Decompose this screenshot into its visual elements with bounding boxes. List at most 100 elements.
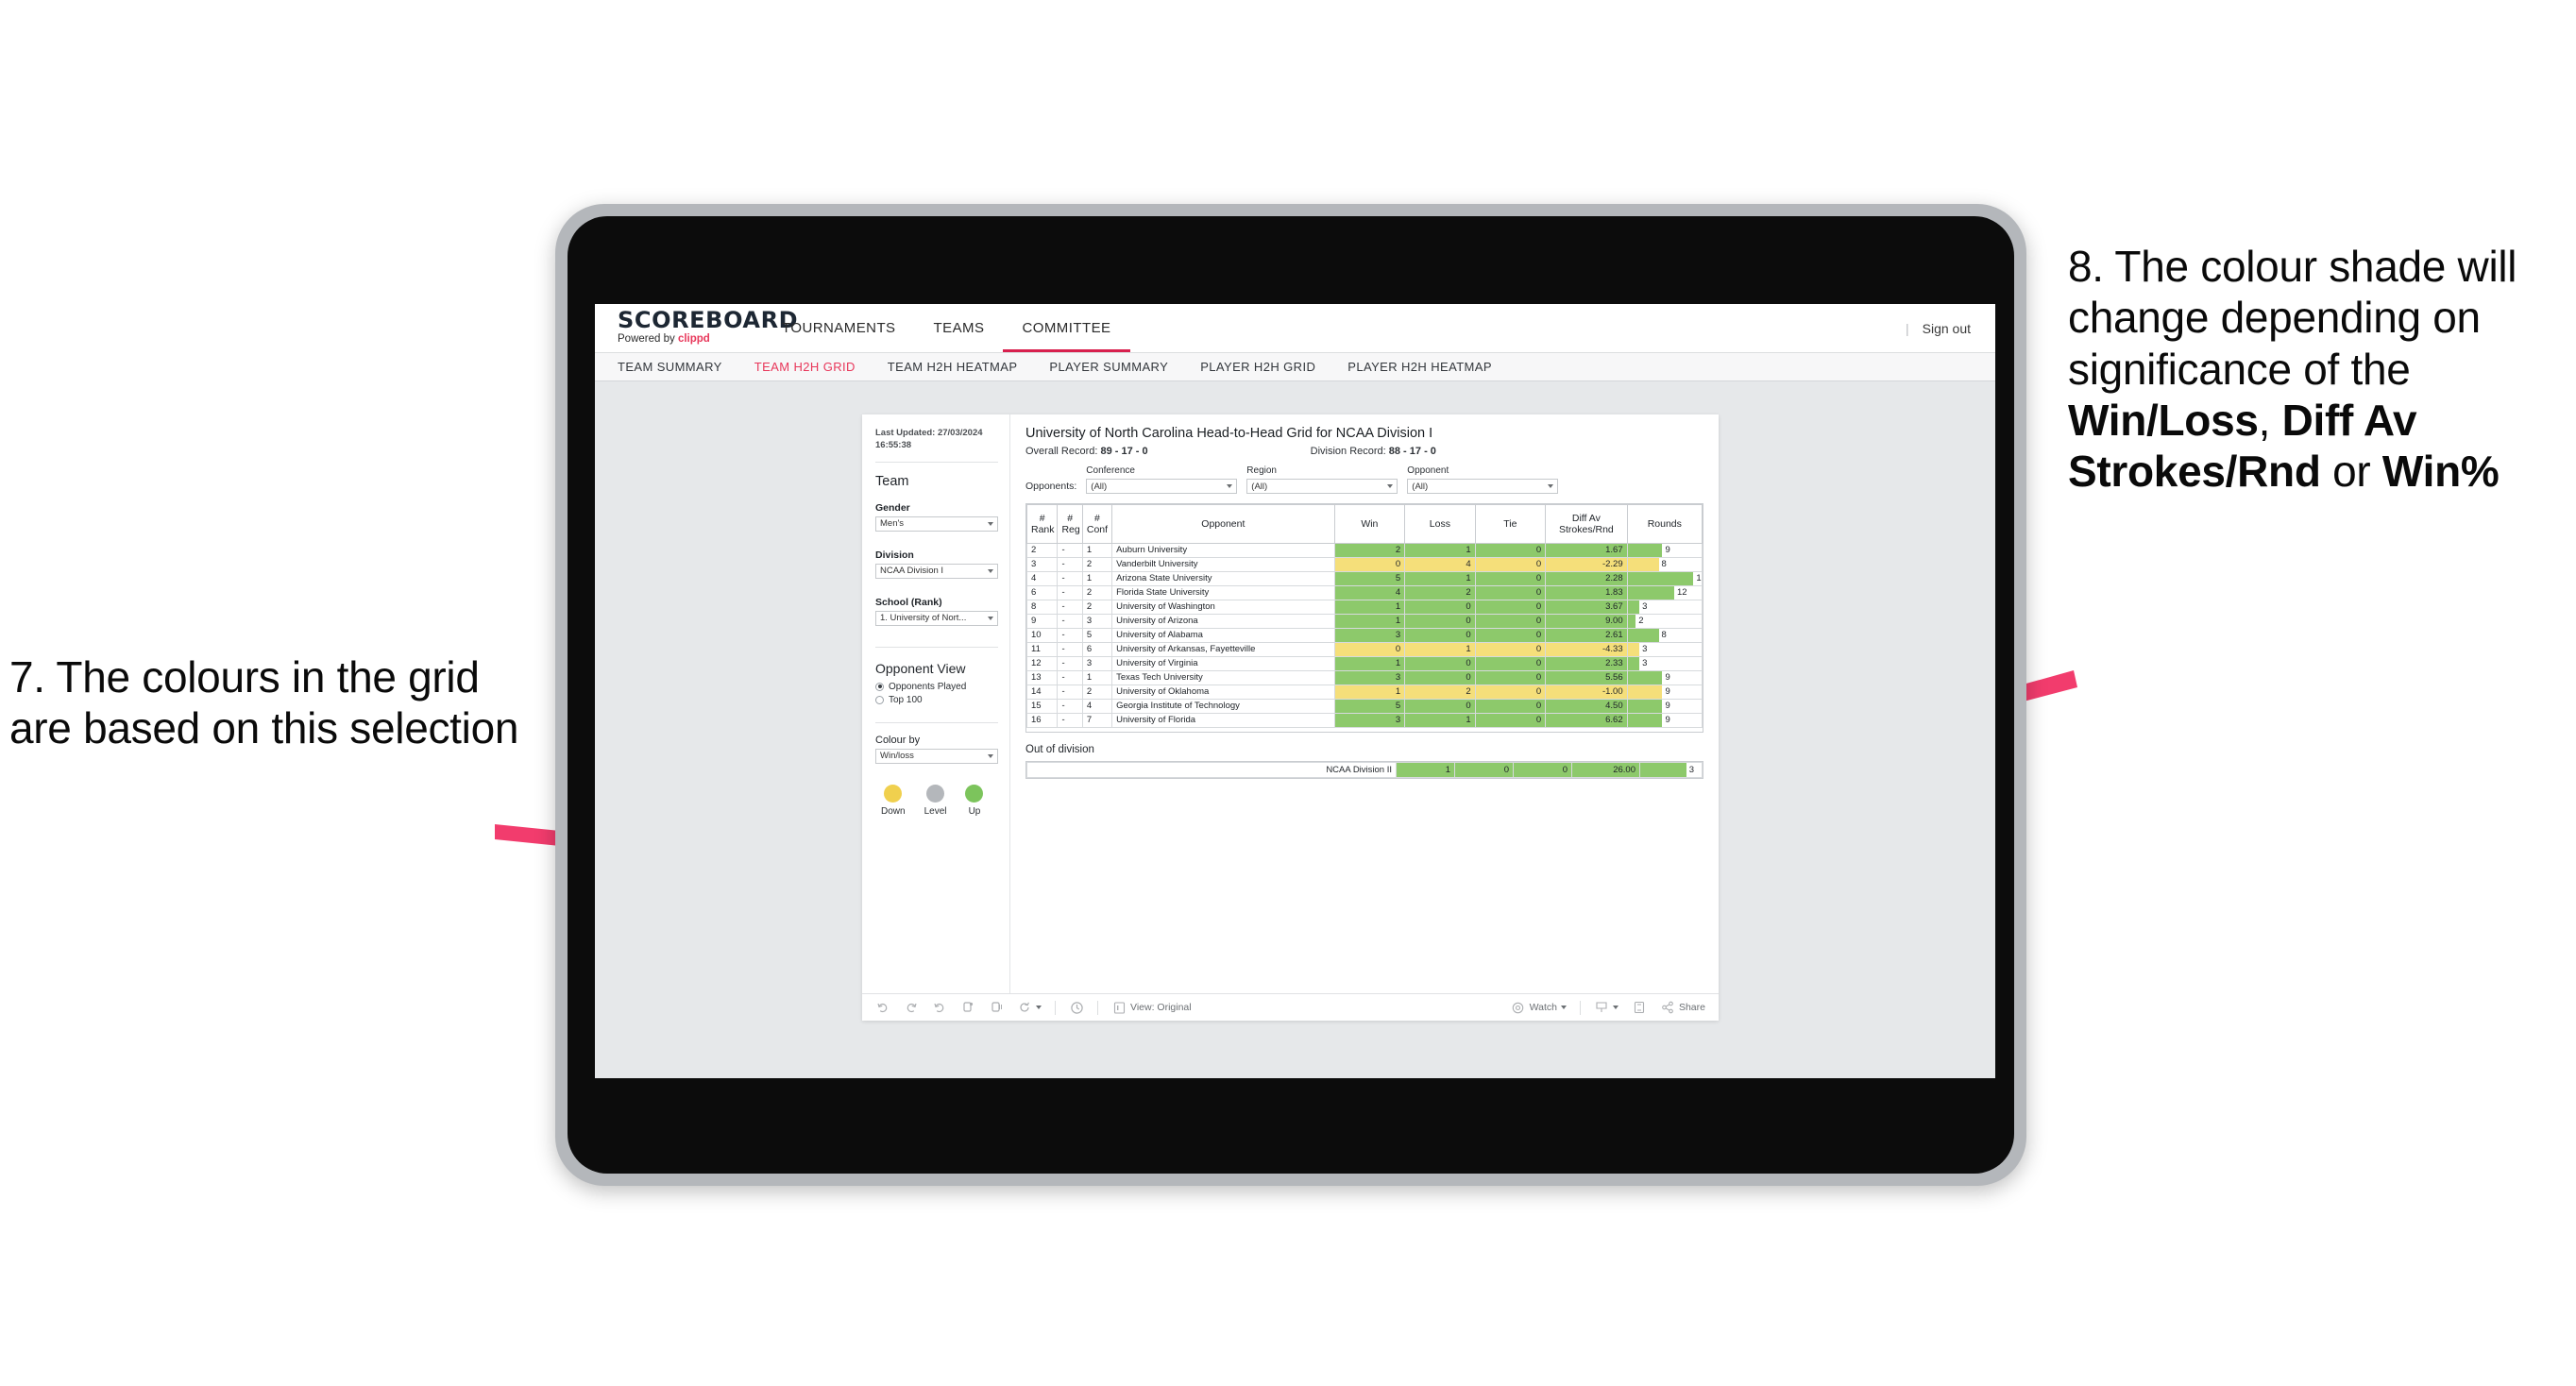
- division-value: NCAA Division I: [880, 566, 944, 577]
- cell-conf: 4: [1081, 699, 1113, 714]
- legend-label-level: Level: [924, 805, 947, 817]
- opponent-select[interactable]: (All): [1407, 479, 1559, 494]
- nav-divider: |: [1905, 320, 1909, 336]
- share-icon: [1660, 1000, 1675, 1015]
- pause-auto-updates-icon[interactable]: [960, 1000, 975, 1015]
- table-row[interactable]: 14-2 University of Oklahoma 1 2 0 -1.00 9: [1026, 685, 1703, 700]
- subnav-player-summary[interactable]: PLAYER SUMMARY: [1049, 360, 1168, 374]
- cell-diff: 1.67: [1545, 543, 1628, 558]
- conference-select[interactable]: (All): [1086, 479, 1238, 494]
- toolbar-divider-2: [1097, 1000, 1098, 1015]
- rounds-value: 3: [1688, 764, 1695, 775]
- cell-conf: 7: [1081, 713, 1113, 728]
- cell-loss: 2: [1404, 585, 1476, 600]
- chevron-down-icon: [1612, 1006, 1618, 1009]
- cell-loss: 1: [1404, 543, 1476, 558]
- ood-cell-tie: 0: [1513, 762, 1572, 778]
- subnav-team-h2h-grid[interactable]: TEAM H2H GRID: [754, 360, 856, 374]
- refresh-dropdown[interactable]: [1017, 1000, 1042, 1015]
- col-loss: Loss: [1404, 504, 1476, 544]
- share-button[interactable]: Share: [1660, 1000, 1705, 1015]
- out-of-division-row[interactable]: NCAA Division II 1 0 0 26.00 3: [1026, 762, 1703, 778]
- redo-icon[interactable]: [904, 1000, 919, 1015]
- pause-icon[interactable]: [1069, 1000, 1084, 1015]
- division-record: Division Record: 88 - 17 - 0: [1311, 446, 1436, 457]
- cell-rank: 16: [1026, 713, 1059, 728]
- cell-reg: -: [1057, 585, 1083, 600]
- nav-tab-teams[interactable]: TEAMS: [915, 304, 1004, 352]
- resume-auto-updates-icon[interactable]: [989, 1000, 1004, 1015]
- table-row[interactable]: 6-2 Florida State University 4 2 0 1.83 12: [1026, 585, 1703, 600]
- cell-tie: 0: [1474, 614, 1547, 629]
- view-original-button[interactable]: View: Original: [1111, 1000, 1192, 1015]
- nav-tab-tournaments[interactable]: TOURNAMENTS: [763, 304, 915, 352]
- cell-rounds: 3: [1626, 600, 1703, 615]
- subnav-player-h2h-grid[interactable]: PLAYER H2H GRID: [1200, 360, 1315, 374]
- rounds-bar: [1628, 544, 1663, 557]
- gender-select[interactable]: Men's: [875, 516, 998, 532]
- sign-out-link[interactable]: Sign out: [1923, 321, 1971, 336]
- chevron-down-icon: [1036, 1006, 1042, 1009]
- colour-by-select[interactable]: Win/loss: [875, 748, 998, 764]
- watch-label: Watch: [1529, 1002, 1557, 1013]
- chevron-down-icon: [1227, 484, 1233, 488]
- cell-diff: 2.33: [1545, 656, 1628, 671]
- col-rounds: Rounds: [1626, 504, 1703, 544]
- table-row[interactable]: 8-2 University of Washington 1 0 0 3.67 3: [1026, 600, 1703, 615]
- cell-rank: 12: [1026, 656, 1059, 671]
- fullscreen-icon[interactable]: [1632, 1000, 1647, 1015]
- subnav-team-summary[interactable]: TEAM SUMMARY: [618, 360, 722, 374]
- table-row[interactable]: 11-6 University of Arkansas, Fayetteville…: [1026, 642, 1703, 657]
- table-row[interactable]: 12-3 University of Virginia 1 0 0 2.33 3: [1026, 656, 1703, 671]
- col-diff-l2: Strokes/Rnd: [1558, 524, 1614, 535]
- revert-icon[interactable]: [932, 1000, 947, 1015]
- table-row[interactable]: 3-2 Vanderbilt University 0 4 0 -2.29 8: [1026, 557, 1703, 572]
- radio-opponents-played[interactable]: Opponents Played: [875, 682, 998, 692]
- division-select[interactable]: NCAA Division I: [875, 563, 998, 579]
- out-of-division-table-wrap: NCAA Division II 1 0 0 26.00 3: [1025, 761, 1703, 779]
- rounds-bar: [1628, 671, 1663, 685]
- nav-tab-committee[interactable]: COMMITTEE: [1003, 304, 1130, 352]
- cell-loss: 1: [1404, 713, 1476, 728]
- table-row[interactable]: 16-7 University of Florida 3 1 0 6.62 9: [1026, 713, 1703, 728]
- cell-diff: -2.29: [1545, 557, 1628, 572]
- undo-icon[interactable]: [875, 1000, 890, 1015]
- division-record-label: Division Record:: [1310, 446, 1389, 457]
- subnav-player-h2h-heatmap[interactable]: PLAYER H2H HEATMAP: [1347, 360, 1492, 374]
- download-button[interactable]: [1594, 1000, 1618, 1015]
- cell-loss: 0: [1404, 628, 1476, 643]
- h2h-grid-scroll[interactable]: # Rank # Reg # Conf Opponent Win Loss Tie D…: [1025, 503, 1703, 733]
- region-select[interactable]: (All): [1246, 479, 1398, 494]
- cell-reg: -: [1057, 685, 1083, 700]
- cell-rounds: 8: [1626, 557, 1703, 572]
- rounds-value: 12: [1677, 587, 1687, 598]
- table-row[interactable]: 13-1 Texas Tech University 3 0 0 5.56 9: [1026, 670, 1703, 685]
- region-value: (All): [1251, 481, 1268, 492]
- table-row[interactable]: 4-1Arizona State University5102.2817: [1026, 571, 1703, 586]
- watch-icon: [1511, 1000, 1526, 1015]
- brand-title: SCOREBOARD: [618, 307, 799, 333]
- school-rank-select[interactable]: 1. University of Nort...: [875, 610, 998, 626]
- out-of-division-table: NCAA Division II 1 0 0 26.00 3: [1026, 762, 1703, 778]
- cell-rounds: 9: [1626, 685, 1703, 700]
- chevron-down-icon: [1548, 484, 1554, 488]
- table-row[interactable]: 2-1 Auburn University 2 1 0 1.67 9: [1026, 543, 1703, 558]
- cell-rank: 4: [1026, 571, 1059, 586]
- cell-rounds: 3: [1626, 642, 1703, 657]
- table-row[interactable]: 15-4 Georgia Institute of Technology 5 0 0 4.…: [1026, 699, 1703, 714]
- viz-toolbar: View: Original Watch Share: [862, 993, 1719, 1021]
- cell-loss: 0: [1404, 656, 1476, 671]
- cell-reg: -: [1057, 628, 1083, 643]
- page-root: 7. The colours in the grid are based on …: [0, 0, 2576, 1386]
- watch-button[interactable]: Watch: [1511, 1000, 1567, 1015]
- cell-rounds: 12: [1626, 585, 1703, 600]
- download-icon: [1594, 1000, 1609, 1015]
- rounds-bar: [1628, 714, 1663, 727]
- table-row[interactable]: 9-3 University of Arizona 1 0 0 9.00 2: [1026, 614, 1703, 629]
- table-row[interactable]: 10-5 University of Alabama 3 0 0 2.61 8: [1026, 628, 1703, 643]
- cell-win: 1: [1333, 656, 1406, 671]
- chevron-down-icon: [988, 753, 993, 758]
- radio-top-100[interactable]: Top 100: [875, 695, 998, 705]
- cell-rank: 8: [1026, 600, 1059, 615]
- subnav-team-h2h-heatmap[interactable]: TEAM H2H HEATMAP: [888, 360, 1018, 374]
